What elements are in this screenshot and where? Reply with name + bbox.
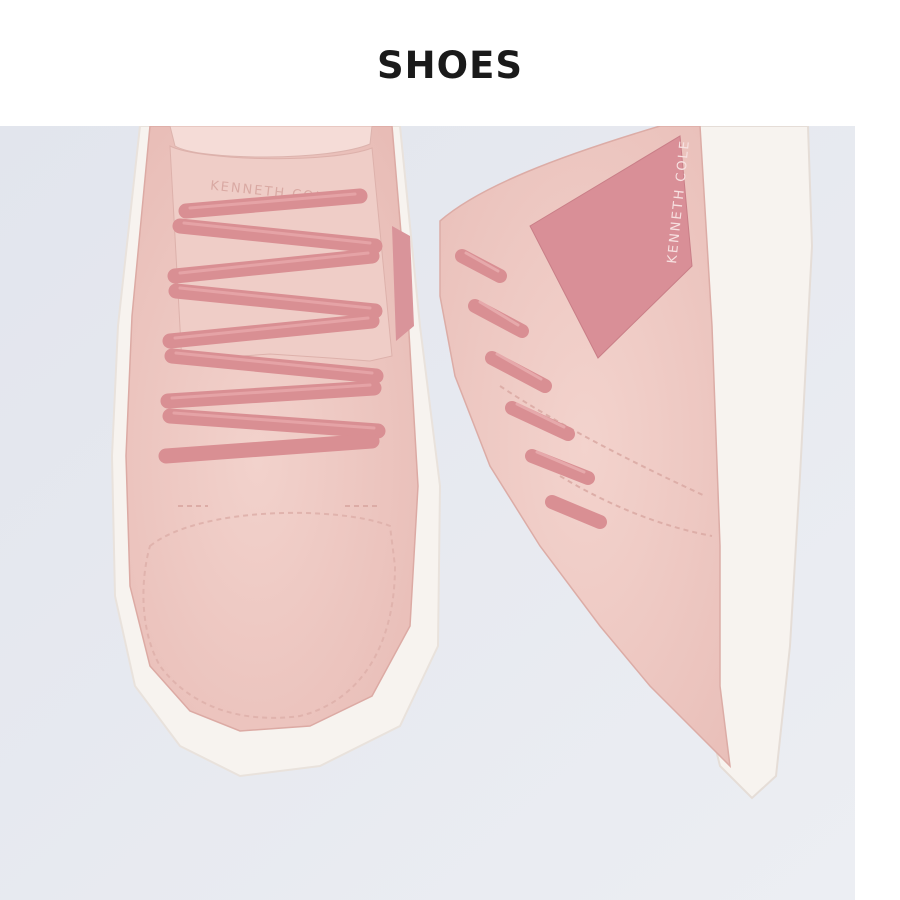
product-photo: KENNETH COLE KENNETH COLE: [0, 126, 855, 900]
page-header: SHOES: [0, 0, 900, 126]
sneakers-illustration: KENNETH COLE KENNETH COLE: [0, 126, 855, 900]
left-shoe: KENNETH COLE: [110, 126, 442, 778]
page-title: SHOES: [377, 43, 523, 87]
